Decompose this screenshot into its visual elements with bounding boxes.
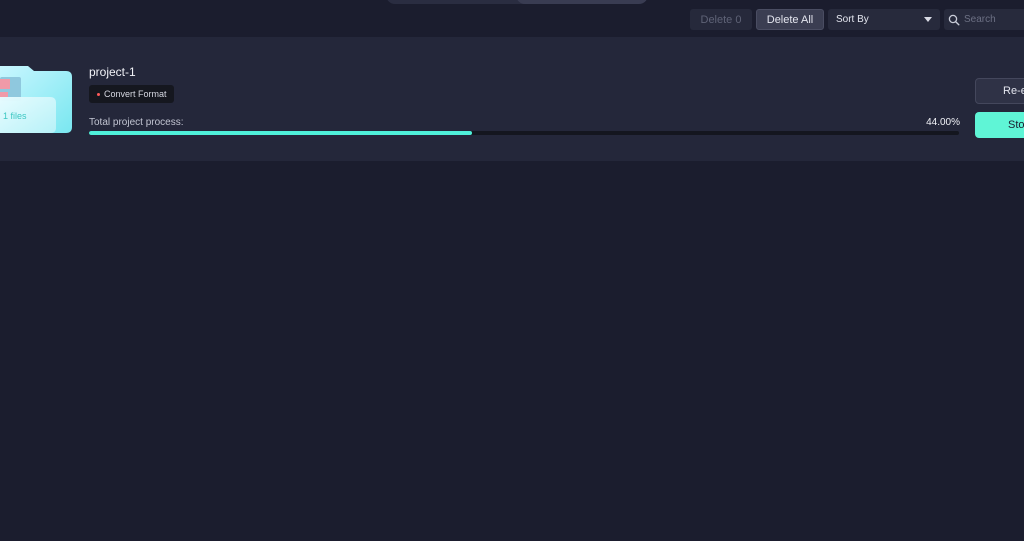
app-window: Delete 0 Delete All Sort By Search 1 fil… <box>0 0 1024 541</box>
sort-by-label: Sort By <box>836 14 869 25</box>
reexport-button[interactable]: Re-e <box>975 78 1024 104</box>
progress-bar <box>89 131 959 135</box>
toolbar: Delete 0 Delete All Sort By <box>690 9 1024 31</box>
task-tag-label: Convert Format <box>104 89 167 99</box>
project-card[interactable]: 1 files project-1 Convert Format Total p… <box>0 37 1024 161</box>
view-tabs[interactable] <box>386 0 648 4</box>
folder-icon <box>0 66 72 133</box>
project-name: project-1 <box>89 65 136 79</box>
progress-label: Total project process: <box>89 117 184 128</box>
view-tab-active[interactable] <box>516 0 648 4</box>
chevron-down-icon <box>924 17 932 22</box>
delete-all-button[interactable]: Delete All <box>756 9 824 30</box>
task-tag: Convert Format <box>89 85 174 103</box>
progress-bar-fill <box>89 131 472 135</box>
file-count: 1 files <box>3 111 27 121</box>
tag-dot-icon <box>97 92 100 96</box>
stop-button[interactable]: Sto <box>975 112 1024 138</box>
progress-percentage: 44.00% <box>926 117 960 128</box>
search-input[interactable] <box>960 14 1024 25</box>
search-icon <box>948 14 960 26</box>
sort-by-dropdown[interactable]: Sort By <box>828 9 940 30</box>
project-folder[interactable]: 1 files <box>0 37 80 161</box>
search-box[interactable] <box>944 9 1024 30</box>
delete-selected-button[interactable]: Delete 0 <box>690 9 752 30</box>
